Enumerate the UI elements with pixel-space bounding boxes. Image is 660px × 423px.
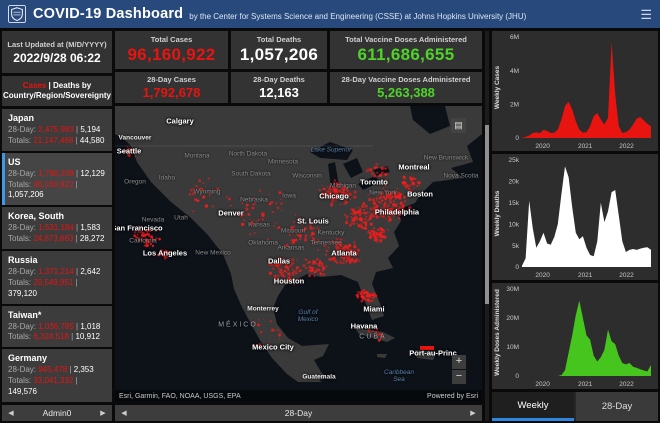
svg-text:25k: 25k xyxy=(509,157,520,164)
svg-text:0: 0 xyxy=(515,373,519,380)
28day-deaths-panel: 28-Day Deaths 12,163 xyxy=(231,72,327,103)
last-updated-label: Last Updated at (M/D/YYYY) xyxy=(7,39,107,49)
center-column: Total Cases 96,160,922 Total Deaths 1,05… xyxy=(115,31,482,421)
pager-prev-icon[interactable]: ◀ xyxy=(2,409,20,417)
svg-text:10k: 10k xyxy=(509,221,520,228)
svg-text:2021: 2021 xyxy=(578,272,593,279)
svg-text:30M: 30M xyxy=(506,286,519,293)
chart-canvas: 0 10M 20M 30M 2020 2021 2022 Weekly Doses Admin… xyxy=(494,286,651,388)
28day-vaccine-panel: 28-Day Vaccine Doses Administered 5,263,… xyxy=(330,72,482,103)
weekly-doses-chart: 0 10M 20M 30M 2020 2021 2022 Weekly Doses Admin… xyxy=(492,283,658,389)
svg-text:2021: 2021 xyxy=(578,143,593,150)
28day-row: 28-Day Cases 1,792,678 28-Day Deaths 12,… xyxy=(115,72,482,103)
powered-by-esri: Powered by Esri xyxy=(427,392,478,400)
svg-text:2020: 2020 xyxy=(535,143,550,150)
zoom-out-button[interactable]: − xyxy=(452,370,466,384)
hamburger-menu-icon[interactable]: ☰ xyxy=(640,8,652,21)
svg-text:2021: 2021 xyxy=(578,381,593,388)
weekly-deaths-chart: 0 5k 10k 15k 20k 25k 2020 2021 2022 Weekly Deaths xyxy=(492,154,658,280)
country-list-header: Cases | Deaths by Country/Region/Soverei… xyxy=(2,76,112,106)
svg-text:2M: 2M xyxy=(510,102,519,109)
map-pager-prev-icon[interactable]: ◀ xyxy=(115,409,133,417)
country-name: Japan xyxy=(8,113,35,123)
admin-pager: ◀ Admin0 ▶ xyxy=(2,405,112,421)
svg-text:2020: 2020 xyxy=(535,272,550,279)
country-name: Korea, South xyxy=(8,211,65,222)
svg-text:15k: 15k xyxy=(509,200,520,207)
28day-cases-panel: 28-Day Cases 1,792,678 xyxy=(115,72,228,103)
map-zoom-controls: + − xyxy=(452,355,466,384)
country-name: Germany xyxy=(8,353,48,364)
page-title: COVID-19 Dashboard xyxy=(33,6,184,22)
charts-scrollbar[interactable] xyxy=(485,31,489,421)
svg-text:2022: 2022 xyxy=(619,381,634,388)
country-name: Russia xyxy=(8,255,38,265)
country-list-item[interactable]: Japan 28-Day: 2,475,983 | 5,194 Totals: 21… xyxy=(2,109,112,151)
total-cases-panel: Total Cases 96,160,922 xyxy=(115,31,228,69)
28day-vaccine-value: 5,263,388 xyxy=(377,85,435,100)
map-attribution: Esri, Garmin, FAO, NOAA, USGS, EPA Power… xyxy=(115,390,482,402)
country-list-item[interactable]: Korea, South 28-Day: 1,531,184 | 1,583 Tot… xyxy=(2,207,112,249)
country-list-item[interactable]: Russia 28-Day: 1,371,214 | 2,642 Totals: 2… xyxy=(2,251,112,304)
svg-text:4M: 4M xyxy=(510,68,519,75)
app-header: COVID-19 Dashboard by the Center for Sys… xyxy=(0,0,660,28)
jhu-shield-icon xyxy=(8,5,26,23)
total-vaccine-panel: Total Vaccine Doses Administered 611,686… xyxy=(330,31,482,69)
left-sidebar: Last Updated at (M/D/YYYY) 2022/9/28 06:… xyxy=(2,31,112,421)
zoom-in-button[interactable]: + xyxy=(452,355,466,369)
pager-label: Admin0 xyxy=(42,408,72,418)
last-updated-value: 2022/9/28 06:22 xyxy=(13,50,101,65)
total-deaths-value: 1,057,206 xyxy=(239,45,319,64)
tab-weekly[interactable]: Weekly xyxy=(492,392,574,421)
country-list[interactable]: Japan 28-Day: 2,475,983 | 5,194 Totals: 21… xyxy=(2,109,112,402)
chart-y-axis-label: Weekly Cases xyxy=(494,65,501,109)
country-list-item[interactable]: Taiwan* 28-Day: 1,036,785 | 1,018 Totals: … xyxy=(2,305,112,348)
chart-y-axis-label: Weekly Doses Administered xyxy=(494,289,501,376)
svg-text:20k: 20k xyxy=(509,179,520,186)
svg-text:2020: 2020 xyxy=(535,381,550,388)
country-name: Taiwan* xyxy=(8,309,42,320)
map-time-pager: ◀ 28-Day ▶ xyxy=(115,405,482,421)
last-updated-panel: Last Updated at (M/D/YYYY) 2022/9/28 06:… xyxy=(2,31,112,73)
map-pager-next-icon[interactable]: ▶ xyxy=(464,409,482,417)
chart-canvas: 0 2M 4M 6M 2020 2021 2022 Weekly Cases xyxy=(494,34,651,150)
28day-deaths-value: 12,163 xyxy=(259,85,299,100)
svg-text:2022: 2022 xyxy=(619,143,634,150)
covid-dashboard: COVID-19 Dashboard by the Center for Sys… xyxy=(0,0,660,423)
world-map[interactable]: Calgary Vancouver Seattle Montana North Dako… xyxy=(115,106,482,402)
total-vaccine-value: 611,686,655 xyxy=(357,45,455,64)
total-deaths-panel: Total Deaths 1,057,206 xyxy=(231,31,327,69)
svg-text:10M: 10M xyxy=(506,344,519,351)
page-subtitle: by the Center for Systems Science and En… xyxy=(189,11,527,21)
svg-text:5k: 5k xyxy=(512,243,520,250)
weekly-cases-chart: 0 2M 4M 6M 2020 2021 2022 Weekly Cases xyxy=(492,31,658,151)
country-list-item[interactable]: Germany 28-Day: 945,478 | 2,353 Totals: 33… xyxy=(2,349,112,402)
main-area: Last Updated at (M/D/YYYY) 2022/9/28 06:… xyxy=(0,28,660,423)
totals-row: Total Cases 96,160,922 Total Deaths 1,05… xyxy=(115,31,482,69)
total-cases-value: 96,160,922 xyxy=(127,45,216,64)
country-name: US xyxy=(8,156,21,167)
pager-next-icon[interactable]: ▶ xyxy=(94,409,112,417)
svg-text:0: 0 xyxy=(515,135,519,142)
layer-list-icon[interactable]: ▤ xyxy=(451,118,466,133)
chart-canvas: 0 5k 10k 15k 20k 25k 2020 2021 2022 Weekly Deaths xyxy=(494,157,651,279)
svg-text:6M: 6M xyxy=(510,34,519,41)
svg-text:2022: 2022 xyxy=(619,272,634,279)
28day-cases-value: 1,792,678 xyxy=(142,85,201,100)
map-pager-label: 28-Day xyxy=(284,408,313,418)
chart-y-axis-label: Weekly Deaths xyxy=(494,190,501,236)
charts-column: 0 2M 4M 6M 2020 2021 2022 Weekly Cases 0 5k 10k 15… xyxy=(492,31,658,421)
svg-text:20M: 20M xyxy=(506,315,519,322)
chart-tabs: Weekly 28-Day xyxy=(492,392,658,421)
map-canvas xyxy=(115,106,482,382)
tab-28day[interactable]: 28-Day xyxy=(576,392,658,421)
svg-text:0: 0 xyxy=(515,264,519,271)
cases-word: Cases xyxy=(22,80,47,90)
country-list-item[interactable]: US 28-Day: 1,790,239 | 12,129 Totals: 96,1… xyxy=(2,152,112,206)
